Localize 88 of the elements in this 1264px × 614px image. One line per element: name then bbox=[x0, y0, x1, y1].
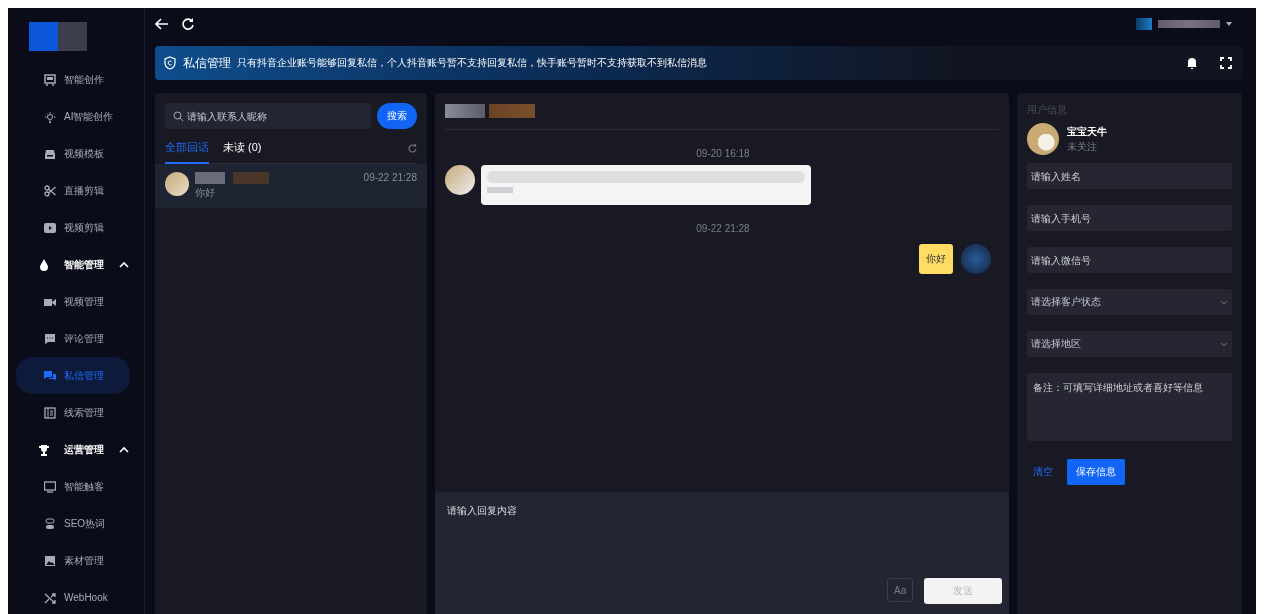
bell-icon[interactable] bbox=[1186, 56, 1198, 70]
caret-icon bbox=[118, 259, 130, 270]
avatar bbox=[1027, 123, 1059, 155]
contact-item[interactable]: 你好 09-22 21:28 bbox=[155, 164, 427, 208]
message-preview: 你好 bbox=[195, 186, 216, 200]
caret-icon bbox=[1226, 22, 1232, 26]
follow-status: 未关注 bbox=[1067, 139, 1098, 154]
avatar bbox=[445, 165, 475, 195]
toggle-icon bbox=[44, 517, 56, 530]
input-field[interactable]: 请输入手机号 bbox=[1027, 205, 1232, 231]
banner-message: 只有抖音企业账号能够回复私信，个人抖音账号暂不支持回复私信，快手账号暂时不支持获取不到私信消息 bbox=[237, 56, 708, 70]
blurred-name bbox=[233, 172, 269, 184]
search-field[interactable]: 请输入联系人昵称 bbox=[165, 103, 371, 129]
blurred-name bbox=[195, 172, 225, 184]
menu-item-label: 视频剪辑 bbox=[64, 220, 104, 235]
menu-item-label: 智能触客 bbox=[64, 479, 104, 494]
menu-item-label: 私信管理 bbox=[64, 368, 104, 383]
clear-button[interactable]: 清空 bbox=[1027, 465, 1053, 479]
logo bbox=[29, 22, 87, 51]
menu-item[interactable]: WebHook bbox=[16, 579, 130, 614]
comment-icon bbox=[44, 332, 56, 345]
input-field[interactable]: 请输入微信号 bbox=[1027, 247, 1232, 273]
menu-item-label: 评论管理 bbox=[64, 331, 104, 346]
menu-item-label: AI智能创作 bbox=[64, 109, 114, 124]
menu-item[interactable]: 视频模板 bbox=[16, 135, 130, 172]
chevron-icon bbox=[1220, 299, 1228, 305]
drop-icon bbox=[38, 258, 50, 271]
menu-item-label: 直播剪辑 bbox=[64, 183, 104, 198]
shield-icon bbox=[163, 56, 177, 70]
input-field[interactable]: 请输入姓名 bbox=[1027, 163, 1232, 189]
notes-field[interactable]: 备注：可填写详细地址或者喜好等信息 bbox=[1027, 373, 1232, 441]
menu-item-label: 素材管理 bbox=[64, 553, 104, 568]
blurred-avatar bbox=[1136, 18, 1152, 30]
chevron-icon bbox=[1220, 341, 1228, 347]
back-arrow-icon[interactable] bbox=[155, 17, 169, 31]
blurred-username bbox=[1158, 20, 1220, 28]
trophy-icon bbox=[38, 443, 50, 456]
menu-item-label: SEO热词 bbox=[64, 516, 106, 531]
banner-title: 私信管理 bbox=[183, 54, 231, 72]
tab[interactable]: 未读 (0) bbox=[223, 139, 262, 164]
menu-group[interactable]: 运营管理 bbox=[16, 431, 130, 468]
fullscreen-icon[interactable] bbox=[1220, 57, 1232, 69]
message-bubble: 你好 bbox=[919, 244, 953, 274]
monitor-icon bbox=[44, 73, 56, 86]
avatar bbox=[165, 172, 189, 196]
menu-item[interactable]: 素材管理 bbox=[16, 542, 130, 579]
save-button[interactable]: 保存信息 bbox=[1067, 459, 1125, 485]
message-time: 09-22 21:28 bbox=[696, 223, 750, 234]
menu-item-label: 视频管理 bbox=[64, 294, 104, 309]
menu-item[interactable]: SEO热词 bbox=[16, 505, 130, 542]
menu-item[interactable]: 评论管理 bbox=[16, 320, 130, 357]
menu-item-label: 线索管理 bbox=[64, 405, 104, 420]
format-button[interactable]: Aa bbox=[887, 578, 913, 602]
play-icon bbox=[44, 221, 56, 234]
message-time: 09-20 16:18 bbox=[696, 148, 750, 159]
scissors-icon bbox=[44, 184, 56, 197]
chat-icon bbox=[44, 369, 56, 382]
select-field[interactable]: 请选择地区 bbox=[1027, 331, 1232, 357]
menu-item[interactable]: 视频管理 bbox=[16, 283, 130, 320]
user-menu[interactable] bbox=[1136, 18, 1232, 30]
document-icon bbox=[44, 406, 56, 419]
menu-item[interactable]: 视频剪辑 bbox=[16, 209, 130, 246]
inbox-icon bbox=[44, 147, 56, 160]
select-field[interactable]: 请选择客户状态 bbox=[1027, 289, 1232, 315]
menu-group-label: 运营管理 bbox=[64, 442, 104, 457]
menu-group[interactable]: 智能管理 bbox=[16, 246, 130, 283]
user-name: 宝宝天牛 bbox=[1067, 124, 1107, 139]
bulb-icon bbox=[44, 110, 56, 123]
blurred-name bbox=[489, 104, 535, 118]
menu-group-label: 智能管理 bbox=[64, 257, 104, 272]
monitor-icon bbox=[44, 480, 56, 493]
menu-item-label: 智能创作 bbox=[64, 72, 104, 87]
menu-item[interactable]: AI智能创作 bbox=[16, 98, 130, 135]
menu-item[interactable]: 智能触客 bbox=[16, 468, 130, 505]
contact-time: 09-22 21:28 bbox=[363, 172, 417, 183]
menu-item[interactable]: 智能创作 bbox=[16, 61, 130, 98]
menu-item[interactable]: 线索管理 bbox=[16, 394, 130, 431]
image-icon bbox=[44, 554, 56, 567]
blurred-name bbox=[445, 104, 485, 118]
menu-item[interactable]: 直播剪辑 bbox=[16, 172, 130, 209]
menu-item-label: WebHook bbox=[64, 592, 108, 603]
avatar bbox=[961, 244, 991, 274]
caret-icon bbox=[118, 444, 130, 455]
search-icon bbox=[173, 111, 183, 121]
search-button[interactable]: 搜索 bbox=[377, 103, 417, 129]
menu-item-label: 视频模板 bbox=[64, 146, 104, 161]
menu-item[interactable]: 私信管理 bbox=[16, 357, 130, 394]
shuffle-icon bbox=[44, 591, 56, 604]
